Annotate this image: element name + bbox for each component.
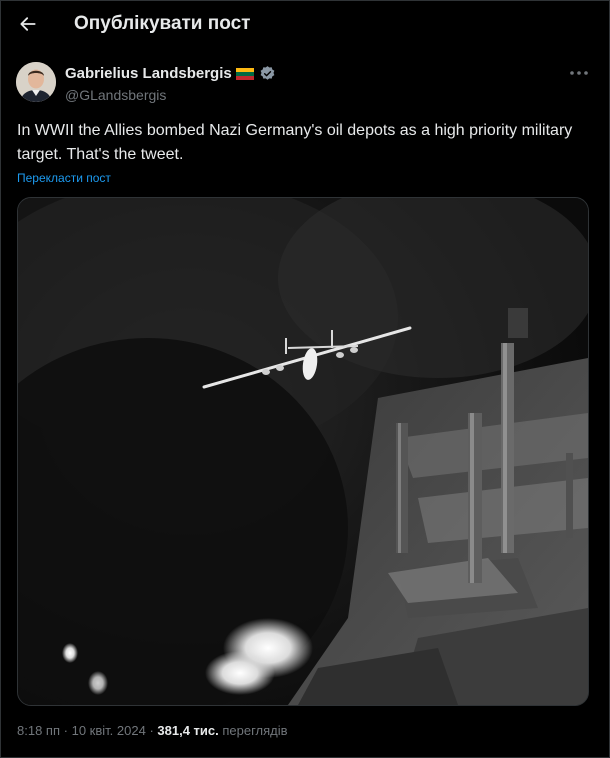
page-title: Опублікувати пост — [74, 13, 251, 34]
flag-stripe-red — [235, 75, 254, 80]
author-row: Gabrielius Landsbergis — [65, 65, 276, 82]
verified-badge-icon — [260, 66, 275, 80]
views-count: 381,4 тис. — [157, 723, 219, 738]
back-button[interactable] — [14, 10, 42, 38]
post-date[interactable]: 10 квіт. 2024 — [72, 723, 146, 738]
post-time[interactable]: 8:18 пп — [17, 723, 60, 738]
views-label: переглядів — [222, 723, 288, 738]
photo-bomber-over-refinery — [18, 198, 588, 705]
avatar[interactable] — [16, 62, 56, 102]
tweet-photo[interactable] — [17, 197, 589, 706]
tweet-text: In WWII the Allies bombed Nazi Germany's… — [17, 122, 573, 163]
arrow-left-icon — [20, 17, 36, 31]
avatar-photo — [16, 62, 56, 102]
translate-post-link[interactable]: Перекласти пост — [17, 171, 111, 185]
author-handle[interactable]: @GLandsbergis — [65, 87, 166, 103]
page-header: Опублікувати пост — [0, 0, 610, 52]
more-dots-icon — [570, 71, 588, 75]
meta-separator: · — [63, 723, 68, 738]
more-options-button[interactable] — [568, 65, 590, 81]
post-metadata: 8:18 пп · 10 квіт. 2024 · 381,4 тис. пер… — [17, 723, 288, 738]
lithuania-flag-icon — [235, 67, 254, 80]
meta-separator: · — [149, 723, 154, 738]
author-name[interactable]: Gabrielius Landsbergis — [65, 65, 232, 82]
